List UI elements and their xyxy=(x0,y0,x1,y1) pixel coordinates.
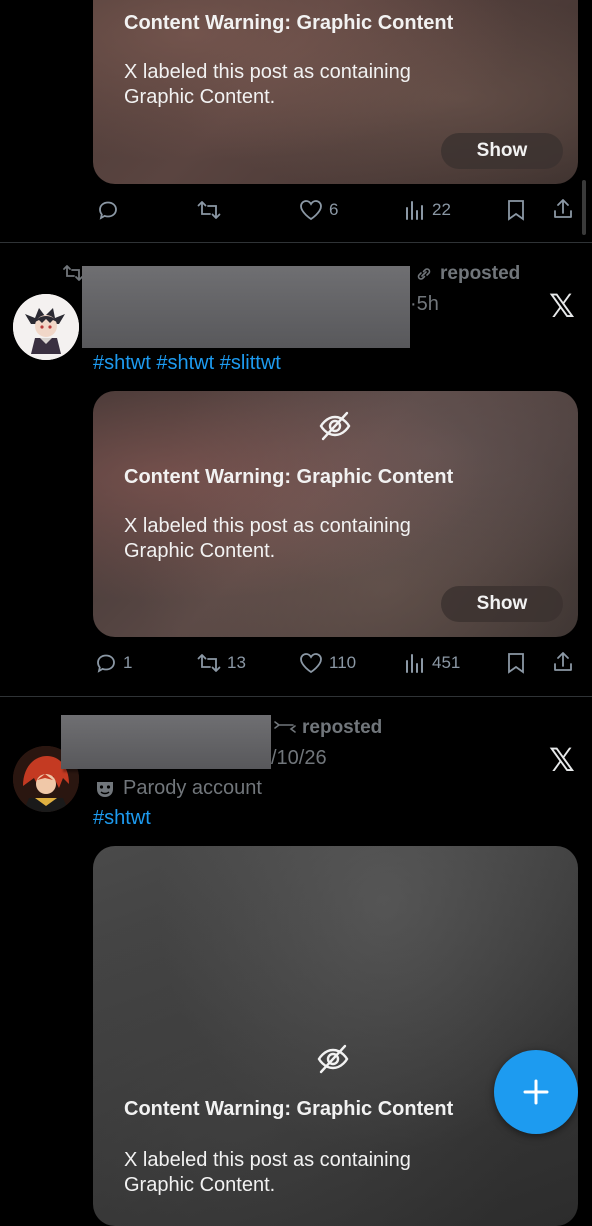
view-count: 22 xyxy=(432,200,451,219)
views-icon xyxy=(406,201,423,220)
share-icon xyxy=(554,652,572,671)
views-button[interactable]: 451 xyxy=(403,651,460,675)
redacted-username xyxy=(82,266,410,348)
post-divider xyxy=(0,696,592,697)
like-count: 110 xyxy=(329,653,357,672)
share-icon xyxy=(554,199,572,218)
content-warning-title: Content Warning: Graphic Content xyxy=(124,12,454,34)
post-divider xyxy=(0,242,592,243)
views-button[interactable]: 22 xyxy=(403,198,451,222)
post-3-media-warning: Content Warning: Graphic Content X label… xyxy=(93,846,578,1226)
share-button[interactable] xyxy=(551,650,575,674)
reply-icon xyxy=(99,201,117,220)
reply-button[interactable]: 1 xyxy=(94,651,132,675)
repost-button[interactable]: 13 xyxy=(196,651,246,675)
share-button[interactable] xyxy=(551,197,575,221)
eye-slash-icon xyxy=(317,1044,349,1074)
x-logo-icon[interactable]: 𝕏 xyxy=(549,287,575,325)
scrollbar[interactable] xyxy=(582,180,586,235)
post-2-media-warning: Content Warning: Graphic Content X label… xyxy=(93,391,578,637)
repost-label: reposted xyxy=(302,717,383,738)
content-warning-title: Content Warning: Graphic Content xyxy=(124,1098,454,1120)
bookmark-button[interactable] xyxy=(505,198,527,222)
views-icon xyxy=(406,654,423,673)
content-warning-description: X labeled this post as containing Graphi… xyxy=(124,515,411,562)
x-logo-icon[interactable]: 𝕏 xyxy=(549,741,575,779)
bookmark-icon xyxy=(508,200,524,221)
content-warning-title: Content Warning: Graphic Content xyxy=(124,466,454,488)
bookmark-button[interactable] xyxy=(505,651,527,675)
repost-label: reposted xyxy=(440,263,521,284)
redacted-username xyxy=(61,715,271,769)
compose-post-button[interactable] xyxy=(494,1050,578,1134)
parody-mask-icon xyxy=(97,782,113,797)
reply-icon xyxy=(97,654,115,673)
like-count: 6 xyxy=(329,200,339,219)
show-button[interactable]: Show xyxy=(441,133,563,169)
view-count: 451 xyxy=(432,653,461,672)
post-date: /10/26 xyxy=(271,747,327,769)
eye-slash-icon xyxy=(319,411,351,441)
hashtags[interactable]: #shtwt #shtwt #slittwt xyxy=(93,352,281,375)
repost-indicator-icon xyxy=(63,265,83,281)
like-button[interactable]: 110 xyxy=(298,651,356,675)
heart-icon xyxy=(300,200,322,221)
avatar-image xyxy=(13,294,79,360)
bookmark-icon xyxy=(508,653,524,674)
heart-icon xyxy=(300,653,322,674)
repost-icon xyxy=(197,654,221,672)
show-button[interactable]: Show xyxy=(441,586,563,622)
content-warning-description: X labeled this post as containing Graphi… xyxy=(124,1149,411,1196)
repost-indicator-icon xyxy=(274,721,296,733)
link-icon xyxy=(417,268,431,280)
post-1-media-warning: Content Warning: Graphic Content X label… xyxy=(93,0,578,184)
repost-button[interactable] xyxy=(196,198,222,222)
reply-count: 1 xyxy=(123,653,133,672)
plus-icon xyxy=(523,1079,549,1105)
hashtags[interactable]: #shtwt xyxy=(93,807,151,830)
like-button[interactable]: 6 xyxy=(298,198,338,222)
repost-icon xyxy=(197,201,221,219)
reply-button[interactable] xyxy=(96,198,120,222)
avatar[interactable] xyxy=(13,294,79,360)
repost-count: 13 xyxy=(227,653,246,672)
post-time: ·5h xyxy=(410,293,439,315)
parody-badge: Parody account xyxy=(123,777,262,799)
content-warning-description: X labeled this post as containing Graphi… xyxy=(124,61,411,108)
